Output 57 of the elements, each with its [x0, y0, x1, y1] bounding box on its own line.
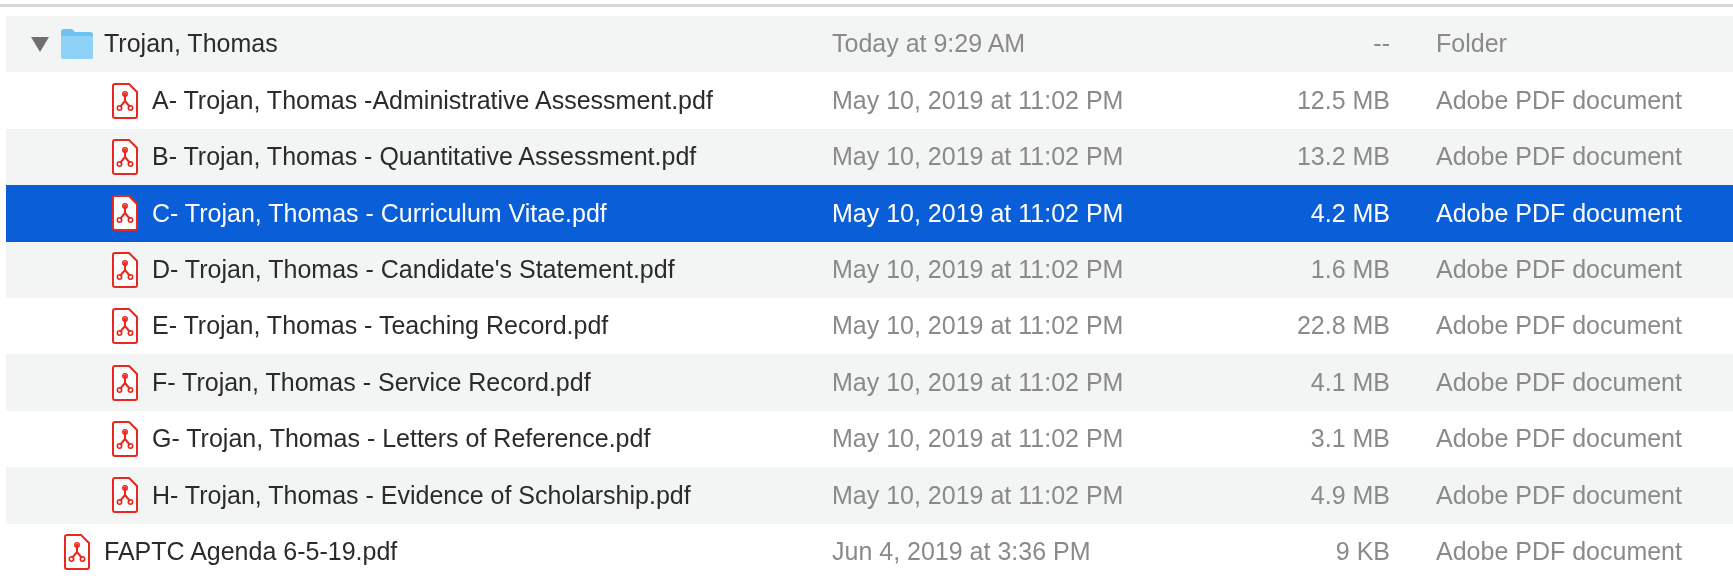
file-size: 22.8 MB	[1295, 310, 1390, 342]
pdf-file-icon	[64, 533, 90, 570]
pdf-file-icon	[112, 195, 138, 232]
file-size: 3.1 MB	[1309, 423, 1390, 455]
file-kind: Adobe PDF document	[1436, 197, 1682, 229]
file-name: G- Trojan, Thomas - Letters of Reference.pdf	[152, 423, 651, 455]
file-kind: Adobe PDF document	[1436, 84, 1682, 116]
date-modified: May 10, 2019 at 11:02 PM	[832, 423, 1125, 455]
file-kind: Adobe PDF document	[1436, 141, 1682, 173]
date-modified: Jun 4, 2019 at 3:36 PM	[832, 535, 1092, 567]
file-row[interactable]: F- Trojan, Thomas - Service Record.pdf May 10, 2019 at 11:02 PM 4.1 MB Adobe PDF document	[6, 354, 1733, 411]
date-modified: May 10, 2019 at 11:02 PM	[832, 254, 1125, 285]
pdf-file-icon	[112, 364, 138, 401]
file-size: 4.9 MB	[1309, 479, 1390, 511]
date-modified: May 10, 2019 at 11:02 PM	[832, 84, 1125, 116]
file-row[interactable]: Trojan, Thomas Today at 9:29 AM -- Folder	[6, 16, 1733, 73]
file-name: Trojan, Thomas	[104, 28, 278, 60]
date-modified: May 10, 2019 at 11:02 PM	[832, 366, 1125, 398]
pdf-file-icon	[112, 477, 138, 514]
date-modified: Today at 9:29 AM	[832, 28, 1027, 60]
file-size: 4.2 MB	[1309, 197, 1390, 229]
date-modified: May 10, 2019 at 11:02 PM	[832, 141, 1125, 173]
file-kind: Adobe PDF document	[1436, 479, 1682, 511]
file-name: FAPTC Agenda 6-5-19.pdf	[104, 535, 398, 567]
file-kind: Adobe PDF document	[1436, 423, 1682, 455]
file-size: 13.2 MB	[1295, 141, 1390, 173]
disclosure-triangle-icon[interactable]	[30, 35, 50, 54]
folder-icon	[60, 28, 94, 61]
file-kind: Adobe PDF document	[1436, 535, 1682, 567]
date-modified: May 10, 2019 at 11:02 PM	[832, 197, 1125, 229]
file-kind: Adobe PDF document	[1436, 254, 1682, 285]
file-kind: Adobe PDF document	[1436, 366, 1682, 398]
pdf-file-icon	[112, 420, 138, 457]
file-kind: Adobe PDF document	[1436, 310, 1682, 342]
file-size: 4.1 MB	[1309, 366, 1390, 398]
pdf-file-icon	[112, 138, 138, 175]
file-name: F- Trojan, Thomas - Service Record.pdf	[152, 366, 591, 398]
date-modified: May 10, 2019 at 11:02 PM	[832, 310, 1125, 342]
file-name: H- Trojan, Thomas - Evidence of Scholarship.pdf	[152, 479, 691, 511]
file-name: E- Trojan, Thomas - Teaching Record.pdf	[152, 310, 609, 342]
pdf-file-icon	[112, 308, 138, 345]
file-row[interactable]: C- Trojan, Thomas - Curriculum Vitae.pdf May 10, 2019 at 11:02 PM 4.2 MB Adobe PDF document	[6, 185, 1733, 242]
file-kind: Folder	[1436, 28, 1507, 60]
pdf-file-icon	[112, 251, 138, 288]
file-name: D- Trojan, Thomas - Candidate's Statement.pdf	[152, 254, 675, 285]
file-row[interactable]: H- Trojan, Thomas - Evidence of Scholarship.pdf May 10, 2019 at 11:02 PM 4.9 MB Adobe PDF document	[6, 467, 1733, 524]
file-name: A- Trojan, Thomas -Administrative Assessment.pdf	[152, 84, 713, 116]
file-size: 9 KB	[1334, 535, 1390, 567]
file-name: B- Trojan, Thomas - Quantitative Assessment.pdf	[152, 141, 697, 173]
file-size: 12.5 MB	[1295, 84, 1390, 116]
date-modified: May 10, 2019 at 11:02 PM	[832, 479, 1125, 511]
pdf-file-icon	[112, 82, 138, 119]
file-row[interactable]: B- Trojan, Thomas - Quantitative Assessment.pdf May 10, 2019 at 11:02 PM 13.2 MB Adobe PDF document	[6, 128, 1733, 186]
file-row[interactable]: D- Trojan, Thomas - Candidate's Statement.pdf May 10, 2019 at 11:02 PM 1.6 MB Adobe PDF document	[6, 241, 1733, 298]
file-size: --	[1372, 28, 1390, 60]
file-name: C- Trojan, Thomas - Curriculum Vitae.pdf	[152, 197, 607, 229]
file-size: 1.6 MB	[1309, 254, 1390, 285]
